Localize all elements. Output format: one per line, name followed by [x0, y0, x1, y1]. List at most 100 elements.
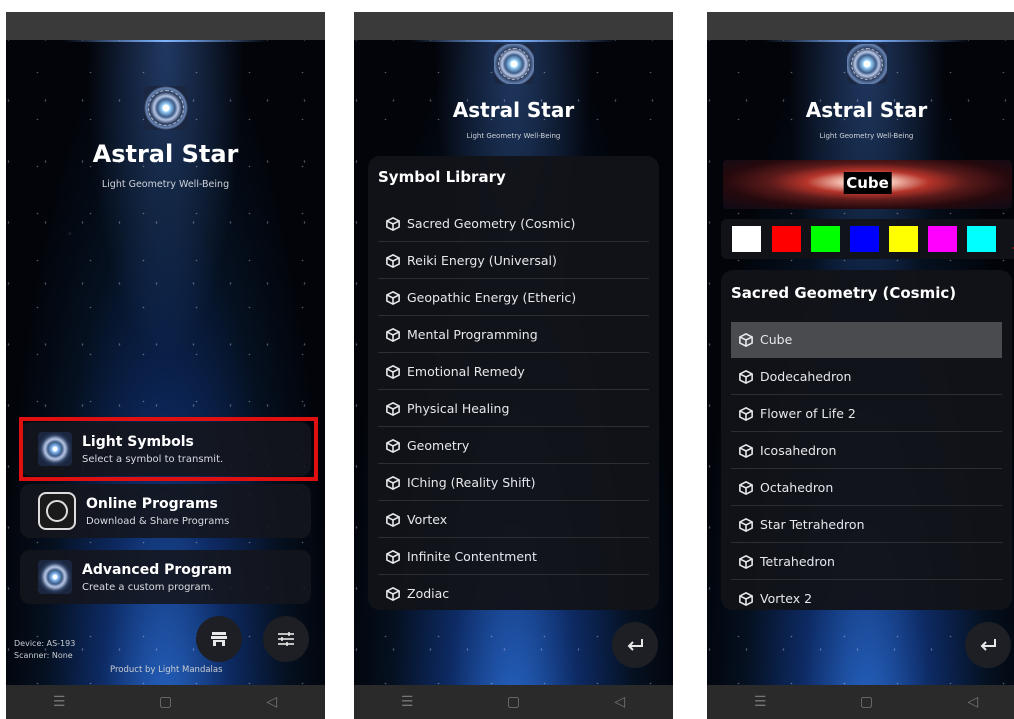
item-label: Icosahedron	[760, 443, 837, 458]
status-bar	[707, 12, 1014, 40]
symbol-list-panel: Sacred Geometry (Cosmic) Cube Dodecahedr…	[721, 270, 1012, 610]
app-logo-icon	[846, 44, 887, 84]
cube-icon	[386, 290, 400, 305]
main-menu-screen: Astral Star Light Geometry Well-Being Li…	[6, 40, 325, 685]
item-label: Star Tetrahedron	[760, 517, 865, 532]
category-list: Sacred Geometry (Cosmic) Reiki Energy (U…	[378, 206, 649, 612]
menu-subtitle: Create a custom program.	[82, 581, 214, 593]
highlight-box	[19, 417, 318, 481]
list-item[interactable]: Vortex 2	[731, 581, 1002, 616]
status-bar	[354, 12, 673, 40]
home-nav-icon[interactable]: ▢	[846, 694, 886, 710]
back-button[interactable]	[965, 622, 1011, 668]
list-item[interactable]: Reiki Energy (Universal)	[378, 243, 649, 279]
color-swatch-yellow[interactable]	[889, 226, 918, 252]
status-bar	[6, 12, 325, 40]
color-swatch-white[interactable]	[732, 226, 761, 252]
advanced-program-button[interactable]: Advanced Program Create a custom program…	[20, 550, 311, 604]
list-item[interactable]: Octahedron	[731, 470, 1002, 506]
list-item[interactable]: IChing (Reality Shift)	[378, 465, 649, 501]
app-subtitle: Light Geometry Well-Being	[466, 132, 561, 140]
back-nav-icon[interactable]: ◁	[953, 694, 993, 710]
device-label: Device: AS-193	[14, 639, 76, 648]
back-nav-icon[interactable]: ◁	[600, 694, 640, 710]
cube-icon	[386, 364, 400, 379]
symbol-library-panel: Symbol Library Sacred Geometry (Cosmic) …	[368, 156, 659, 610]
cube-icon	[386, 586, 400, 601]
list-item[interactable]: Icosahedron	[731, 433, 1002, 469]
symbol-library-screen: Astral Star Light Geometry Well-Being Sy…	[354, 40, 673, 685]
list-item[interactable]: Mental Programming	[378, 317, 649, 353]
panel-title: Sacred Geometry (Cosmic)	[731, 284, 957, 302]
list-item[interactable]: Cube	[731, 322, 1002, 358]
list-item[interactable]: Sacred Geometry (Cosmic)	[378, 206, 649, 242]
list-item[interactable]: Star Tetrahedron	[731, 507, 1002, 543]
cube-icon	[386, 216, 400, 231]
color-swatch-cyan[interactable]	[967, 226, 996, 252]
phone-symbol-detail: Astral Star Light Geometry Well-Being Cu…	[707, 12, 1014, 719]
cube-icon	[739, 480, 753, 495]
list-item[interactable]: Dodecahedron	[731, 359, 1002, 395]
list-item[interactable]: Emotional Remedy	[378, 354, 649, 390]
cube-icon	[386, 438, 400, 453]
phone-symbol-library: Astral Star Light Geometry Well-Being Sy…	[354, 12, 673, 719]
list-item[interactable]: Infinite Contentment	[378, 539, 649, 575]
list-item[interactable]: Tetrahedron	[731, 544, 1002, 580]
color-swatch-magenta[interactable]	[928, 226, 957, 252]
system-nav-bar: ☰ ▢ ◁	[6, 685, 325, 719]
online-programs-button[interactable]: Online Programs Download & Share Program…	[20, 484, 311, 538]
cube-icon	[739, 369, 753, 384]
cube-icon	[386, 475, 400, 490]
item-label: Flower of Life 2	[760, 406, 856, 421]
cube-icon	[386, 327, 400, 342]
settings-button[interactable]	[263, 616, 309, 662]
app-logo-icon	[493, 44, 534, 84]
menu-nav-icon[interactable]: ☰	[387, 694, 427, 710]
cube-icon	[739, 406, 753, 421]
item-label: Geometry	[407, 438, 470, 453]
app-title: Astral Star	[805, 98, 928, 122]
color-picker	[721, 219, 1014, 259]
footer-credit: Product by Light Mandalas	[110, 665, 223, 675]
list-item[interactable]: Physical Healing	[378, 391, 649, 427]
item-label: IChing (Reality Shift)	[407, 475, 536, 490]
item-label: Physical Healing	[407, 401, 510, 416]
color-swatch-green[interactable]	[811, 226, 840, 252]
return-arrow-icon	[627, 639, 643, 651]
item-label: Cube	[760, 332, 793, 347]
list-item[interactable]: Zodiac	[378, 576, 649, 611]
system-nav-bar: ☰ ▢ ◁	[707, 685, 1014, 719]
item-label: Infinite Contentment	[407, 549, 537, 564]
cube-icon	[739, 554, 753, 569]
item-label: Sacred Geometry (Cosmic)	[407, 216, 576, 231]
home-nav-icon[interactable]: ▢	[493, 694, 533, 710]
menu-subtitle: Download & Share Programs	[86, 515, 230, 527]
cube-icon	[386, 253, 400, 268]
panel-title: Symbol Library	[378, 168, 506, 186]
cube-icon	[386, 401, 400, 416]
app-subtitle: Light Geometry Well-Being	[819, 132, 914, 140]
scanner-label: Scanner: None	[14, 651, 73, 660]
system-nav-bar: ☰ ▢ ◁	[354, 685, 673, 719]
color-swatch-blue[interactable]	[850, 226, 879, 252]
list-item[interactable]: Geometry	[378, 428, 649, 464]
mandala-icon	[38, 560, 72, 594]
menu-title: Advanced Program	[82, 561, 232, 578]
item-label: Octahedron	[760, 480, 834, 495]
list-item[interactable]: Vortex	[378, 502, 649, 538]
back-nav-icon[interactable]: ◁	[252, 694, 292, 710]
store-button[interactable]	[196, 616, 242, 662]
store-icon	[211, 632, 227, 646]
return-arrow-icon	[980, 639, 996, 651]
phone-main-menu: Astral Star Light Geometry Well-Being Li…	[6, 12, 325, 719]
home-nav-icon[interactable]: ▢	[145, 694, 185, 710]
list-item[interactable]: Geopathic Energy (Etheric)	[378, 280, 649, 316]
item-label: Zodiac	[407, 586, 450, 601]
cube-icon	[386, 512, 400, 527]
menu-nav-icon[interactable]: ☰	[740, 694, 780, 710]
back-button[interactable]	[612, 622, 658, 668]
list-item[interactable]: Flower of Life 2	[731, 396, 1002, 432]
color-swatch-red[interactable]	[772, 226, 801, 252]
menu-nav-icon[interactable]: ☰	[39, 694, 79, 710]
cube-icon	[739, 591, 753, 606]
